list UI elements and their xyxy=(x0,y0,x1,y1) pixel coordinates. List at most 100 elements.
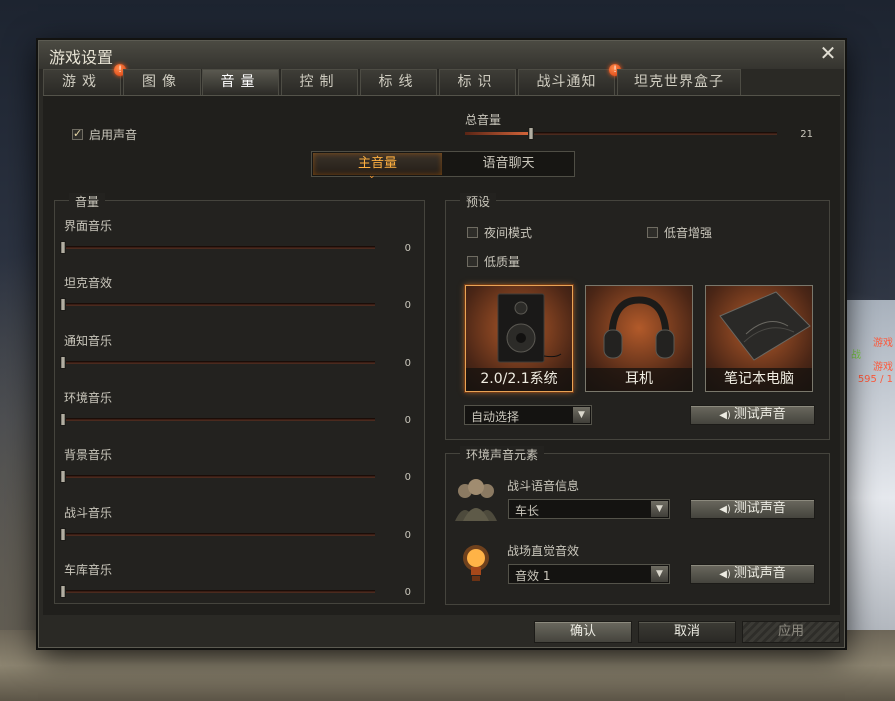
volume-slider-label: 环境音乐 xyxy=(64,390,113,405)
volume-slider-value: 0 xyxy=(404,586,411,598)
volume-slider-thumb[interactable] xyxy=(60,584,66,598)
close-icon[interactable]: ✕ xyxy=(818,43,838,63)
preset-group-title: 预设 xyxy=(460,193,497,210)
volume-slider-value: 0 xyxy=(404,414,411,426)
volume-slider-value: 0 xyxy=(404,357,411,369)
master-volume-fill xyxy=(465,132,531,135)
night-mode-label: 夜间模式 xyxy=(484,226,533,240)
test-sound-button-preset[interactable]: ◀) 测试声音 xyxy=(690,405,815,425)
button-label: 测试声音 xyxy=(733,407,786,422)
speaker-small-icon: ◀) xyxy=(719,504,731,515)
bass-boost-checkbox[interactable] xyxy=(647,227,658,238)
chevron-down-icon: ▼ xyxy=(651,566,668,582)
master-volume-label: 总音量 xyxy=(465,113,502,127)
hud-text: 战 xyxy=(851,350,861,361)
tab-wot-box[interactable]: 坦克世界盒子 xyxy=(617,69,741,95)
laptop-icon xyxy=(719,291,811,361)
volume-mode-switch: 主音量 语音聊天 ⌄ xyxy=(311,151,575,181)
enable-sound-label: 启用声音 xyxy=(89,128,138,142)
volume-slider-thumb[interactable] xyxy=(60,241,66,254)
hud-text: 游戏 xyxy=(873,338,893,349)
preset-label: 耳机 xyxy=(586,368,692,391)
speaker-small-icon: ◀) xyxy=(719,569,731,580)
volume-slider-track[interactable] xyxy=(61,417,375,421)
tab-reticle[interactable]: 标线 xyxy=(360,69,437,95)
preset-card-speakers[interactable]: 2.0/2.1系统 xyxy=(465,285,573,392)
tab-game[interactable]: 游戏! xyxy=(43,64,126,95)
battle-voice-label: 战斗语音信息 xyxy=(507,479,580,493)
volume-slider-track[interactable] xyxy=(61,589,375,593)
crew-icon xyxy=(455,479,497,521)
sixth-sense-dropdown[interactable]: 音效 1 ▼ xyxy=(508,564,670,584)
volume-slider-value: 0 xyxy=(404,529,411,541)
volume-slider-thumb[interactable] xyxy=(60,527,66,541)
enable-sound-checkbox[interactable] xyxy=(72,127,83,140)
chevron-down-icon: ⌄ xyxy=(368,171,376,181)
volume-slider-value: 0 xyxy=(404,300,411,312)
settings-window: 游戏设置 ✕ 游戏! 图像 音量 控制 标线 标识 战斗通知! 坦克世界盒子 启… xyxy=(38,40,845,648)
dropdown-value: 自动选择 xyxy=(471,410,520,424)
tab-label: 音量 xyxy=(220,74,261,90)
tab-label: 游戏 xyxy=(62,74,102,90)
volume-slider-label: 坦克音效 xyxy=(64,276,113,291)
battle-voice-dropdown[interactable]: 车长 ▼ xyxy=(508,499,670,519)
volume-slider-thumb[interactable] xyxy=(60,298,66,312)
tab-graphics[interactable]: 图像 xyxy=(123,69,201,95)
tab-controls[interactable]: 控制 xyxy=(281,69,358,95)
cancel-button[interactable]: 取消 xyxy=(638,621,736,643)
night-mode-checkbox[interactable] xyxy=(467,227,478,238)
voice-chat-segment[interactable]: 语音聊天 xyxy=(444,153,573,175)
volume-slider-track[interactable] xyxy=(61,360,375,364)
apply-button[interactable]: 应用 xyxy=(742,621,840,643)
light-bulb-icon xyxy=(463,545,489,581)
volume-slider-value: 0 xyxy=(404,243,411,254)
test-sound-button-sixth-sense[interactable]: ◀) 测试声音 xyxy=(690,564,815,584)
low-quality-checkbox[interactable] xyxy=(467,256,478,267)
button-label: 测试声音 xyxy=(733,501,786,516)
tab-label: 图像 xyxy=(142,74,182,90)
volume-slider-label: 车库音乐 xyxy=(64,562,113,577)
auto-select-dropdown[interactable]: 自动选择 ▼ xyxy=(464,405,592,425)
tab-sound[interactable]: 音量 xyxy=(202,69,279,95)
low-quality-label: 低质量 xyxy=(484,255,521,269)
tab-markers[interactable]: 标识 xyxy=(439,69,516,95)
preset-label: 2.0/2.1系统 xyxy=(466,368,572,391)
preset-label: 笔记本电脑 xyxy=(706,368,812,391)
volume-slider-track[interactable] xyxy=(61,532,375,536)
tab-label: 坦克世界盒子 xyxy=(634,74,724,90)
environment-group-title: 环境声音元素 xyxy=(460,446,545,463)
speaker-icon xyxy=(497,293,562,363)
tab-label: 控制 xyxy=(299,74,340,90)
volume-group-title: 音量 xyxy=(69,193,106,210)
window-title: 游戏设置 xyxy=(49,48,114,67)
volume-slider-thumb[interactable] xyxy=(60,355,66,369)
volume-slider-label: 背景音乐 xyxy=(64,448,113,463)
volume-slider-track[interactable] xyxy=(61,475,375,479)
preset-card-headphones[interactable]: 耳机 xyxy=(585,285,693,392)
volume-slider-label: 通知音乐 xyxy=(64,333,113,348)
volume-slider-track[interactable] xyxy=(61,303,375,307)
button-label: 测试声音 xyxy=(733,566,786,581)
tab-battle-notifications[interactable]: 战斗通知! xyxy=(518,64,621,95)
preset-card-laptop[interactable]: 笔记本电脑 xyxy=(705,285,813,392)
volume-slider-thumb[interactable] xyxy=(60,470,66,484)
volume-slider-label: 界面音乐 xyxy=(64,219,113,233)
volume-slider-label: 战斗音乐 xyxy=(64,505,113,520)
dropdown-value: 车长 xyxy=(515,504,540,518)
volume-slider-thumb[interactable] xyxy=(60,412,66,426)
chevron-down-icon: ▼ xyxy=(651,501,668,517)
tab-label: 标识 xyxy=(457,74,498,90)
tab-label: 标线 xyxy=(378,74,419,90)
title-bar: 游戏设置 ✕ xyxy=(39,41,844,69)
volume-slider-value: 0 xyxy=(404,472,411,484)
headphones-icon xyxy=(603,296,675,359)
background-hud: 游戏 战 游戏 595 / 1 xyxy=(847,338,895,408)
master-volume-thumb[interactable] xyxy=(528,127,534,140)
confirm-button[interactable]: 确认 xyxy=(534,621,632,643)
chevron-down-icon: ▼ xyxy=(573,407,590,423)
volume-slider-track[interactable] xyxy=(61,246,375,249)
hud-text: 游戏 xyxy=(873,362,893,373)
master-volume-segment[interactable]: 主音量 xyxy=(313,153,442,175)
bass-boost-label: 低音增强 xyxy=(664,226,713,240)
test-sound-button-voice[interactable]: ◀) 测试声音 xyxy=(690,499,815,519)
